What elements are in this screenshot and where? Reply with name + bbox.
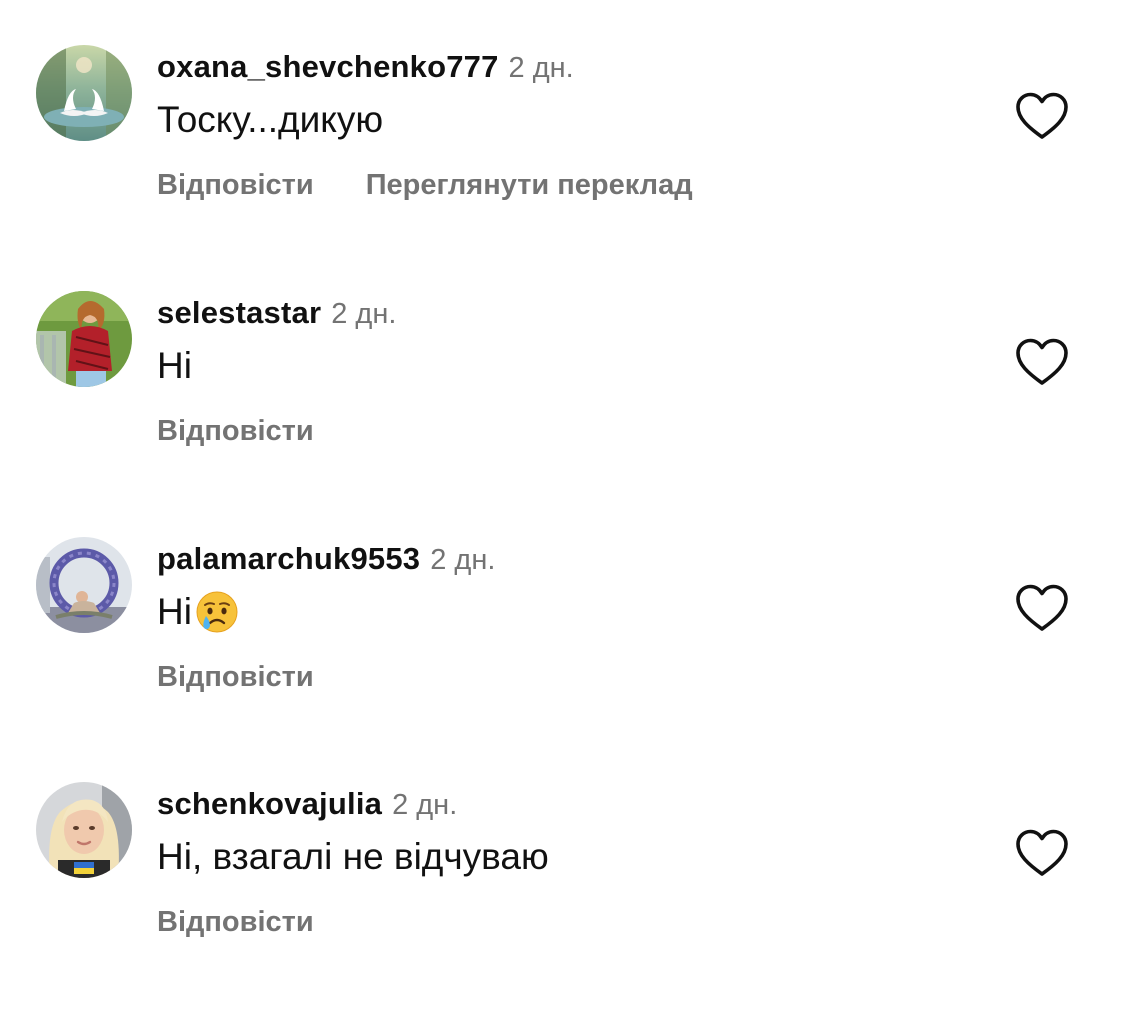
comment-meta: selestastar 2 дн. [157, 291, 396, 335]
comment-text-content: Ні [157, 345, 192, 386]
username[interactable]: schenkovajulia [157, 786, 382, 821]
user-avatar[interactable] [36, 45, 132, 141]
reply-button[interactable]: Відповісти [157, 409, 314, 453]
user-avatar[interactable] [36, 537, 132, 633]
reply-button[interactable]: Відповісти [157, 163, 314, 207]
crying-face-icon [194, 589, 240, 635]
heart-outline-icon[interactable] [1014, 91, 1070, 141]
comment-text-content: Ні, взагалі не відчуваю [157, 836, 549, 877]
comment-text-content: Ні [157, 591, 192, 632]
heart-outline-icon[interactable] [1014, 337, 1070, 387]
comment-text-content: Тоску...дикую [157, 99, 384, 140]
comment-text: Тоску...дикую [157, 97, 383, 143]
timestamp: 2 дн. [508, 52, 574, 84]
comment-actions: Відповісти Переглянути переклад [157, 163, 693, 207]
comment-meta: palamarchuk9553 2 дн. [157, 537, 495, 581]
reply-button[interactable]: Відповісти [157, 655, 314, 699]
heart-outline-icon[interactable] [1014, 583, 1070, 633]
comment-actions: Відповісти [157, 900, 314, 944]
comment-actions: Відповісти [157, 655, 314, 699]
username[interactable]: oxana_shevchenko777 [157, 49, 499, 84]
see-translation-button[interactable]: Переглянути переклад [366, 163, 693, 207]
timestamp: 2 дн. [331, 298, 397, 330]
comment-text: Ні, взагалі не відчуваю [157, 834, 549, 880]
user-avatar[interactable] [36, 291, 132, 387]
comment-text: Ні [157, 589, 240, 635]
timestamp: 2 дн. [430, 544, 496, 576]
comment-item: schenkovajulia 2 дн. Ні, взагалі не відчу… [0, 782, 1125, 1028]
heart-outline-icon[interactable] [1014, 828, 1070, 878]
comment-meta: oxana_shevchenko777 2 дн. [157, 45, 574, 89]
comment-item: oxana_shevchenko777 2 дн. Тоску...дикую В… [0, 45, 1125, 291]
comment-item: selestastar 2 дн. Ні Відповісти [0, 291, 1125, 537]
comment-item: palamarchuk9553 2 дн. Ні Відповісти [0, 537, 1125, 783]
timestamp: 2 дн. [392, 789, 458, 821]
comment-text: Ні [157, 343, 192, 389]
reply-button[interactable]: Відповісти [157, 900, 314, 944]
comment-actions: Відповісти [157, 409, 314, 453]
username[interactable]: selestastar [157, 295, 321, 330]
username[interactable]: palamarchuk9553 [157, 541, 420, 576]
comment-meta: schenkovajulia 2 дн. [157, 782, 457, 826]
user-avatar[interactable] [36, 782, 132, 878]
